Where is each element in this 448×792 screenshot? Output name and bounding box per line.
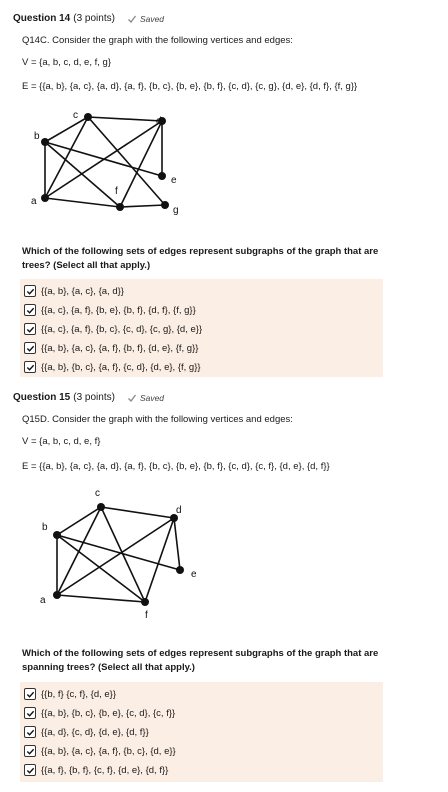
- question-points: (3 points): [73, 13, 115, 24]
- checkbox-checked[interactable]: [24, 745, 36, 757]
- option-label: {{b, f} {c, f}, {d, e}}: [41, 688, 117, 700]
- vertex-label-e: e: [171, 175, 177, 186]
- check-icon: [26, 691, 34, 698]
- vertex-set: V = {a, b, c, d, e, f, g}: [22, 57, 111, 68]
- graph-figure: a b c d e f: [40, 488, 197, 620]
- question-text-line-2: spanning trees? (Select all that apply.): [22, 662, 195, 673]
- option-label: {{a, f}, {b, f}, {c, f}, {d, e}, {d, f}}: [41, 764, 169, 776]
- question-text-line-2: trees? (Select all that apply.): [22, 260, 151, 271]
- checkbox-checked[interactable]: [24, 285, 36, 297]
- answer-options: {{a, b}, {a, c}, {a, d}} {{a, c}, {a, f}…: [20, 279, 383, 377]
- answer-option[interactable]: {{a, d}, {c, d}, {d, e}, {d, f}}: [24, 726, 149, 738]
- checkbox-checked[interactable]: [24, 342, 36, 354]
- option-label: {{a, d}, {c, d}, {d, e}, {d, f}}: [41, 726, 149, 738]
- question-text-line-1: Which of the following sets of edges rep…: [22, 648, 379, 659]
- check-icon: [26, 307, 34, 314]
- question-text-line-1: Which of the following sets of edges rep…: [22, 246, 379, 257]
- vertex-label-c: c: [73, 110, 78, 121]
- option-label: {{a, b}, {a, c}, {a, f}, {b, f}, {d, e},…: [41, 342, 199, 354]
- checkbox-checked[interactable]: [24, 707, 36, 719]
- checkbox-checked[interactable]: [24, 764, 36, 776]
- graph-figure: a b c d e f g: [31, 110, 179, 216]
- question-14: Question 14 (3 points) Saved Q14C. Consi…: [0, 0, 448, 380]
- vertex-label-a: a: [31, 196, 37, 207]
- check-icon: [26, 748, 34, 755]
- checkbox-checked[interactable]: [24, 726, 36, 738]
- saved-label: Saved: [139, 392, 165, 403]
- question-header: Question 14 (3 points) Saved: [13, 13, 164, 24]
- option-label: {{a, b}, {b, c}, {b, e}, {c, d}, {c, f}}: [41, 707, 176, 719]
- answer-option[interactable]: {{a, b}, {a, c}, {a, f}, {b, c}, {d, e}}: [24, 745, 176, 757]
- checkbox-checked[interactable]: [24, 361, 36, 373]
- question-15: Question 15 (3 points) Saved Q15D. Consi…: [0, 385, 448, 792]
- edge-set: E = {{a, b}, {a, c}, {a, d}, {a, f}, {b,…: [22, 81, 358, 92]
- check-icon: [26, 326, 34, 333]
- option-label: {{a, b}, {a, c}, {a, d}}: [41, 285, 124, 297]
- answer-options: {{b, f} {c, f}, {d, e}} {{a, b}, {b, c},…: [20, 682, 383, 782]
- vertex-label-g: g: [173, 205, 179, 216]
- vertex-label-b: b: [42, 522, 48, 533]
- answer-option[interactable]: {{a, b}, {a, c}, {a, f}, {b, f}, {d, e},…: [24, 342, 198, 354]
- vertex-label-d: d: [156, 116, 162, 127]
- edge-set: E = {{a, b}, {a, c}, {a, d}, {a, f}, {b,…: [22, 461, 330, 472]
- option-label: {{a, b}, {a, c}, {a, f}, {b, c}, {d, e}}: [41, 745, 176, 757]
- check-icon: [26, 288, 34, 295]
- vertex-label-f: f: [115, 186, 118, 197]
- checkbox-checked[interactable]: [24, 688, 36, 700]
- answer-option[interactable]: {{a, f}, {b, f}, {c, f}, {d, e}, {d, f}}: [24, 764, 168, 776]
- answer-option[interactable]: {{b, f} {c, f}, {d, e}}: [24, 688, 116, 700]
- vertex-label-d: d: [176, 505, 182, 516]
- check-icon: [26, 729, 34, 736]
- question-prompt: Q15D. Consider the graph with the follow…: [22, 414, 293, 425]
- saved-label: Saved: [139, 13, 165, 24]
- check-icon: [127, 394, 136, 402]
- checkbox-checked[interactable]: [24, 304, 36, 316]
- answer-option[interactable]: {{a, c}, {a, f}, {b, e}, {b, f}, {d, f},…: [24, 304, 196, 316]
- question-header: Question 15 (3 points) Saved: [13, 392, 164, 403]
- saved-status: Saved: [127, 14, 164, 24]
- saved-status: Saved: [127, 393, 164, 403]
- check-icon: [26, 710, 34, 717]
- option-label: {{a, c}, {a, f}, {b, e}, {b, f}, {d, f},…: [41, 304, 196, 316]
- check-icon: [26, 364, 34, 371]
- option-label: {{a, b}, {b, c}, {a, f}, {c, d}, {d, e},…: [41, 361, 201, 373]
- question-points: (3 points): [73, 392, 115, 403]
- vertex-label-c: c: [95, 488, 100, 499]
- vertex-label-a: a: [40, 595, 46, 606]
- question-title: Question 15: [13, 392, 71, 403]
- vertex-set: V = {a, b, c, d, e, f}: [22, 436, 101, 447]
- answer-option[interactable]: {{a, c}, {a, f}, {b, c}, {c, d}, {c, g},…: [24, 323, 202, 335]
- vertex-label-b: b: [34, 131, 40, 142]
- check-icon: [26, 345, 34, 352]
- answer-option[interactable]: {{a, b}, {a, c}, {a, d}}: [24, 285, 124, 297]
- check-icon: [127, 15, 136, 23]
- question-title: Question 14: [13, 13, 71, 24]
- checkbox-checked[interactable]: [24, 323, 36, 335]
- option-label: {{a, c}, {a, f}, {b, c}, {c, d}, {c, g},…: [41, 323, 203, 335]
- answer-option[interactable]: {{a, b}, {b, c}, {a, f}, {c, d}, {d, e},…: [24, 361, 201, 373]
- question-prompt: Q14C. Consider the graph with the follow…: [22, 35, 293, 46]
- vertex-label-e: e: [191, 569, 197, 580]
- vertex-label-f: f: [145, 610, 148, 620]
- check-icon: [26, 767, 34, 774]
- answer-option[interactable]: {{a, b}, {b, c}, {b, e}, {c, d}, {c, f}}: [24, 707, 175, 719]
